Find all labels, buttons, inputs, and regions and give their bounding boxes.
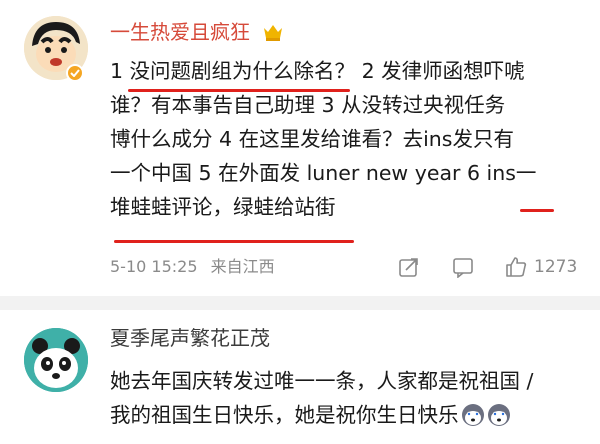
share-icon: [399, 258, 418, 277]
comment-line: 堆蛙蛙评论，绿蛙给站街: [110, 195, 336, 219]
comment-location: 来自江西: [210, 257, 275, 276]
like-icon: [506, 257, 527, 277]
like-count: 1273: [534, 257, 578, 277]
red-underline-annotation: [114, 240, 354, 243]
username[interactable]: 夏季尾声繁花正茂: [110, 326, 270, 350]
comment-line: 谁？有本事告自己助理 3 从没转过央视任务: [110, 93, 506, 117]
comment-text: 1 没问题剧组为什么除名？ 2 发律师函想吓唬 谁？有本事告自己助理 3 从没转…: [110, 54, 580, 224]
username[interactable]: 一生热爱且疯狂: [110, 20, 250, 44]
husky-emoji-icon: [461, 404, 484, 426]
husky-emoji-icon: [487, 404, 510, 426]
share-button[interactable]: [398, 254, 420, 280]
red-underline-annotation: [520, 209, 554, 212]
red-underline-annotation: [128, 89, 350, 92]
comment-line-text: 我的祖国生日快乐，她是祝你生日快乐: [110, 403, 459, 427]
panda-avatar-icon: [24, 328, 88, 392]
comment-date: 5-10 15:25: [110, 257, 198, 276]
comment-text: 她去年国庆转发过唯一一条，人家都是祝祖国 / 我的祖国生日快乐，她是祝你生日快乐: [110, 364, 590, 432]
comment-item: 夏季尾声繁花正茂 她去年国庆转发过唯一一条，人家都是祝祖国 / 我的祖国生日快乐…: [0, 310, 600, 444]
comment-meta: 5-10 15:25 来自江西: [110, 256, 283, 278]
comment-line: 博什么成分 4 在这里发给谁看？去ins发只有: [110, 127, 514, 151]
comment-line: 一个中国 5 在外面发 luner new year 6 ins一: [110, 161, 537, 185]
comment-line: 她去年国庆转发过唯一一条，人家都是祝祖国 /: [110, 369, 534, 393]
verified-icon: [66, 64, 84, 82]
crown-icon: [264, 25, 282, 41]
comment-line: 我的祖国生日快乐，她是祝你生日快乐: [110, 398, 590, 432]
section-divider: [0, 296, 600, 310]
comment-line: 1 没问题剧组为什么除名？ 2 发律师函想吓唬: [110, 59, 525, 83]
reply-button[interactable]: [452, 254, 474, 280]
like-button[interactable]: 1273: [504, 254, 577, 280]
comment-item: 一生热爱且疯狂 1 没问题剧组为什么除名？ 2 发律师函想吓唬 谁？有本事告自己…: [0, 0, 600, 296]
avatar[interactable]: [24, 328, 88, 392]
reply-icon: [453, 258, 473, 278]
